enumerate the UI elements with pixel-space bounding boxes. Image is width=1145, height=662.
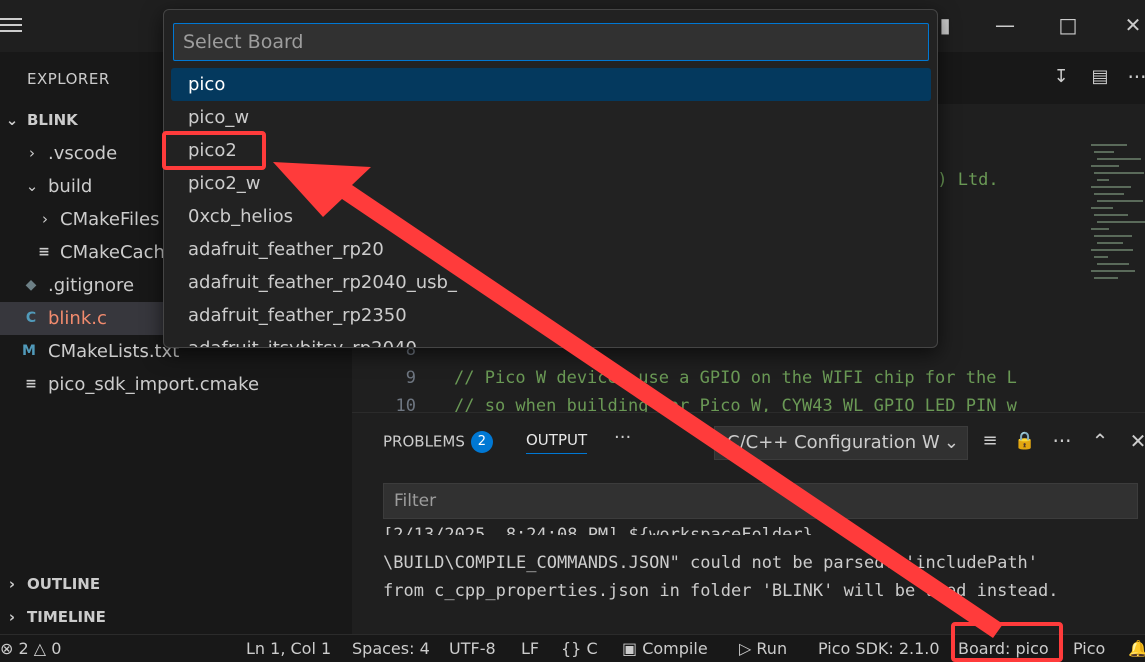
arrow-shape xyxy=(273,162,1003,638)
annotation-arrow xyxy=(273,162,1003,638)
